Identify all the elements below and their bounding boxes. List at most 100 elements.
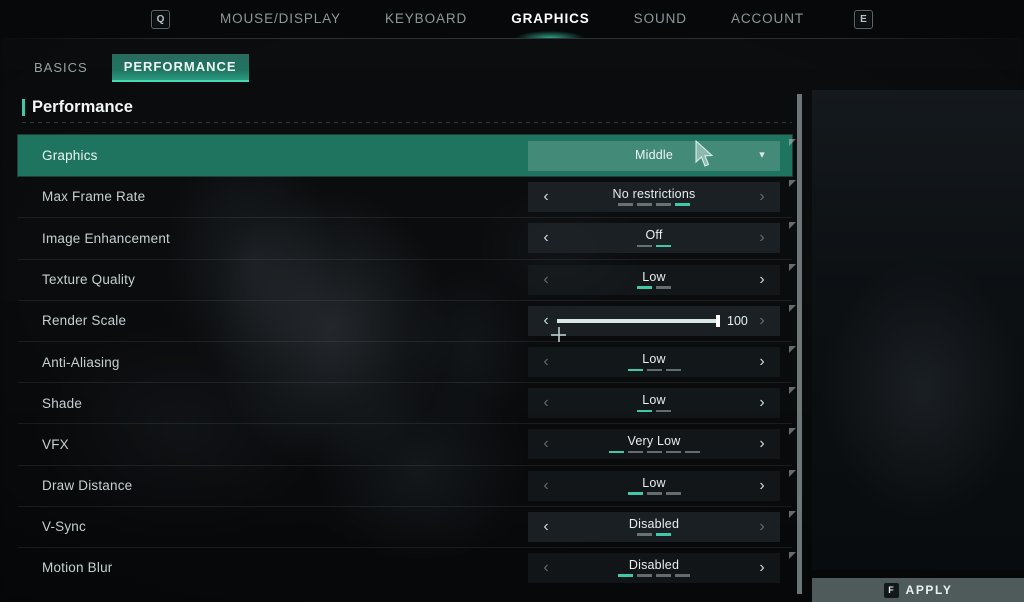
control-v-sync[interactable]: ‹ Disabled › xyxy=(528,511,780,542)
setting-label-motion-blur: Motion Blur xyxy=(42,560,113,576)
control-shade[interactable]: ‹ Low › xyxy=(528,388,780,419)
settings-scrollbar[interactable] xyxy=(797,94,802,594)
decrement-arrow-icon-anti-aliasing[interactable]: ‹ xyxy=(539,354,553,370)
nav-tab-graphics[interactable]: GRAPHICS xyxy=(489,0,611,38)
stepper-segment xyxy=(656,203,671,206)
stepper-value-v-sync: Disabled xyxy=(628,516,680,531)
next-tab-key-icon[interactable]: E xyxy=(854,9,873,29)
control-max-frame-rate[interactable]: ‹ No restrictions › xyxy=(528,181,780,212)
setting-label-v-sync: V-Sync xyxy=(42,519,86,535)
increment-arrow-icon-max-frame-rate[interactable]: › xyxy=(755,188,769,205)
increment-arrow-icon-image-enhancement[interactable]: › xyxy=(755,230,769,246)
page-title: Performance xyxy=(32,98,133,116)
decrement-arrow-icon-vfx[interactable]: ‹ xyxy=(539,436,553,452)
prev-tab-key-icon[interactable]: Q xyxy=(150,9,170,29)
stepper-segments-vfx xyxy=(608,450,700,454)
nav-tab-keyboard[interactable]: KEYBOARD xyxy=(363,0,489,38)
dropdown-center: Middle xyxy=(553,149,755,162)
setting-row-max-frame-rate[interactable]: Max Frame Rate ‹ No restrictions › xyxy=(18,176,796,217)
control-anti-aliasing[interactable]: ‹ Low › xyxy=(528,347,780,378)
nav-tab-mouse-display[interactable]: MOUSE/DISPLAY xyxy=(198,0,363,38)
stepper-segments-anti-aliasing xyxy=(627,368,681,372)
row-corner-marker-icon xyxy=(789,510,796,518)
setting-row-vfx[interactable]: VFX ‹ Very Low › xyxy=(18,423,796,464)
stepper-segment xyxy=(675,203,690,206)
section-accent-bar xyxy=(22,99,25,116)
stepper-center: Very Low xyxy=(553,435,755,454)
stepper-segments-v-sync xyxy=(637,533,671,536)
setting-row-image-enhancement[interactable]: Image Enhancement ‹ Off › xyxy=(18,217,796,258)
stepper-segment xyxy=(637,574,652,577)
control-texture-quality[interactable]: ‹ Low › xyxy=(528,264,780,295)
increment-arrow-icon-shade[interactable]: › xyxy=(755,395,769,411)
control-vfx[interactable]: ‹ Very Low › xyxy=(528,429,780,460)
control-motion-blur[interactable]: ‹ Disabled › xyxy=(528,552,780,583)
decrement-arrow-icon-image-enhancement[interactable]: ‹ xyxy=(539,230,553,246)
setting-row-shade[interactable]: Shade ‹ Low › xyxy=(18,382,796,423)
setting-row-draw-distance[interactable]: Draw Distance ‹ Low › xyxy=(18,464,796,506)
stepper-value-image-enhancement: Off xyxy=(645,228,663,243)
control-draw-distance[interactable]: ‹ Low › xyxy=(528,470,780,501)
stepper-segment xyxy=(684,450,700,454)
stepper-center: Disabled xyxy=(553,559,755,577)
chevron-down-icon[interactable]: ▾ xyxy=(755,150,769,161)
stepper-segment xyxy=(656,244,671,248)
stepper-center: Low xyxy=(553,352,755,372)
slider-knob-render-scale[interactable] xyxy=(716,314,720,327)
increment-arrow-icon-motion-blur[interactable]: › xyxy=(755,559,769,576)
setting-label-vfx: VFX xyxy=(42,436,69,452)
decrement-arrow-icon-motion-blur[interactable]: ‹ xyxy=(539,559,553,576)
setting-row-texture-quality[interactable]: Texture Quality ‹ Low › xyxy=(18,258,796,300)
decrement-arrow-icon-max-frame-rate[interactable]: ‹ xyxy=(539,188,553,205)
stepper-segment xyxy=(627,368,643,372)
decrement-arrow-icon-shade[interactable]: ‹ xyxy=(539,395,553,411)
increment-arrow-icon-texture-quality[interactable]: › xyxy=(755,271,769,288)
stepper-center: Low xyxy=(553,393,755,413)
increment-arrow-icon-v-sync[interactable]: › xyxy=(755,518,769,535)
subtab-performance[interactable]: PERFORMANCE xyxy=(111,54,249,82)
control-image-enhancement[interactable]: ‹ Off › xyxy=(528,223,780,254)
stepper-segments-shade xyxy=(637,409,671,413)
setting-row-render-scale[interactable]: Render Scale ‹ 100 › xyxy=(18,299,796,341)
stepper-segments-texture-quality xyxy=(637,286,671,289)
stepper-center: No restrictions xyxy=(553,188,755,206)
stepper-segment xyxy=(618,574,633,577)
increment-arrow-icon-vfx[interactable]: › xyxy=(755,436,769,452)
setting-label-image-enhancement: Image Enhancement xyxy=(42,230,170,246)
nav-tab-account[interactable]: ACCOUNT xyxy=(709,0,826,38)
increment-arrow-icon-draw-distance[interactable]: › xyxy=(755,477,769,494)
stepper-center: Low xyxy=(553,477,755,495)
row-corner-marker-icon xyxy=(789,428,796,436)
stepper-segments-max-frame-rate xyxy=(618,203,690,206)
stepper-segment xyxy=(627,450,643,454)
row-corner-marker-icon xyxy=(789,222,796,230)
setting-row-motion-blur[interactable]: Motion Blur ‹ Disabled › xyxy=(18,546,796,588)
settings-list: Graphics Middle ▾ Max Frame Rate ‹ No restric… xyxy=(18,135,796,588)
increment-arrow-icon-render-scale[interactable]: › xyxy=(755,312,769,329)
slider-track-render-scale[interactable] xyxy=(557,314,720,327)
apply-button[interactable]: F APPLY xyxy=(812,578,1024,602)
stepper-segment xyxy=(637,409,652,413)
nav-tab-sound[interactable]: SOUND xyxy=(612,0,709,38)
stepper-segment xyxy=(627,492,643,495)
control-graphics[interactable]: Middle ▾ xyxy=(528,140,780,171)
setting-row-v-sync[interactable]: V-Sync ‹ Disabled › xyxy=(18,505,796,547)
setting-label-draw-distance: Draw Distance xyxy=(42,478,133,494)
scrollbar-thumb[interactable] xyxy=(797,94,802,594)
row-corner-marker-icon xyxy=(789,180,796,188)
decrement-arrow-icon-draw-distance[interactable]: ‹ xyxy=(539,477,553,494)
increment-arrow-icon-anti-aliasing[interactable]: › xyxy=(755,354,769,370)
setting-row-anti-aliasing[interactable]: Anti-Aliasing ‹ Low › xyxy=(18,340,796,382)
control-render-scale[interactable]: ‹ 100 › xyxy=(528,305,780,336)
subtab-basics[interactable]: BASICS xyxy=(22,55,100,81)
decrement-arrow-icon-render-scale[interactable]: ‹ xyxy=(539,312,553,329)
stepper-value-anti-aliasing: Low xyxy=(642,352,666,367)
decrement-arrow-icon-texture-quality[interactable]: ‹ xyxy=(539,271,553,288)
slider-wrap: 100 xyxy=(553,314,755,328)
decrement-arrow-icon-v-sync[interactable]: ‹ xyxy=(539,518,553,535)
row-corner-marker-icon xyxy=(789,304,796,312)
setting-row-graphics[interactable]: Graphics Middle ▾ xyxy=(18,135,796,177)
stepper-center: Disabled xyxy=(553,518,755,536)
dropdown-value-graphics: Middle xyxy=(634,148,674,163)
stepper-value-shade: Low xyxy=(642,393,666,408)
